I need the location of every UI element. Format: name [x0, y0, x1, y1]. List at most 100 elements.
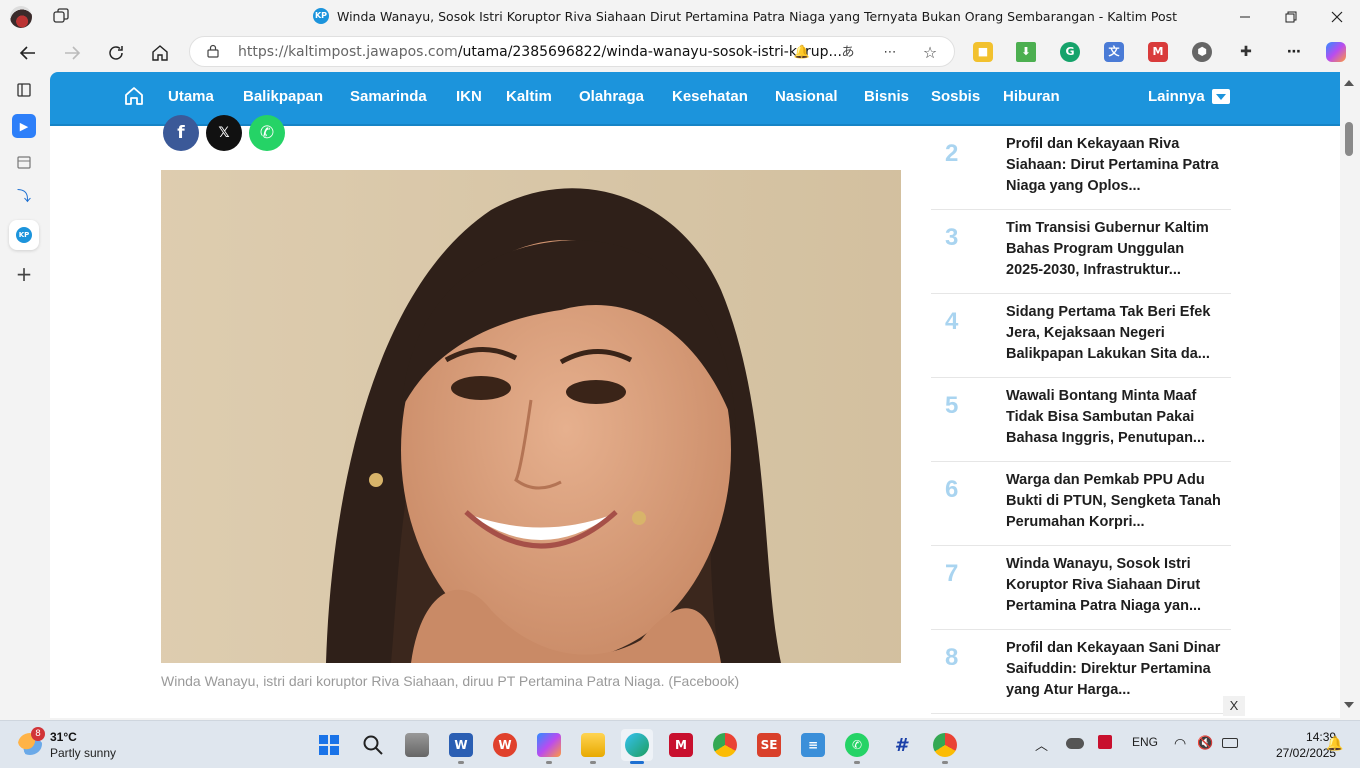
onedrive-cloud-icon[interactable]	[1066, 738, 1084, 749]
scroll-down-arrow-icon[interactable]	[1344, 702, 1354, 708]
taskbar-mendeley[interactable]: M	[665, 729, 697, 761]
taskbar-whatsapp[interactable]: ✆	[841, 729, 873, 764]
battery-icon[interactable]	[1222, 738, 1238, 748]
sidebar-media-icon[interactable]: ▶	[12, 114, 36, 138]
language-indicator[interactable]: ENG	[1132, 735, 1158, 749]
taskbar-word[interactable]: W	[445, 729, 477, 764]
popular-item[interactable]: 5 Wawali Bontang Minta Maaf Tidak Bisa Sa…	[931, 378, 1231, 462]
popular-title[interactable]: Sidang Pertama Tak Beri Efek Jera, Kejak…	[1006, 302, 1221, 365]
popular-item[interactable]: 8 Profil dan Kekayaan Sani Dinar Saifuddi…	[931, 630, 1231, 714]
nav-item-bisnis[interactable]: Bisnis	[864, 88, 909, 105]
sidebar-kaltimpost-app[interactable]: KP	[9, 220, 39, 250]
start-button[interactable]	[313, 729, 345, 761]
taskbar-notepad[interactable]: ≡	[797, 729, 829, 761]
popular-title[interactable]: Tim Transisi Gubernur Kaltim Bahas Progr…	[1006, 218, 1221, 281]
lock-icon[interactable]	[206, 44, 220, 58]
page-scrollbar[interactable]	[1340, 72, 1360, 718]
show-hidden-icons-chevron-up-icon[interactable]: ︿	[1035, 735, 1048, 754]
nav-item-nasional[interactable]: Nasional	[775, 88, 838, 105]
url-path: /utama/2385696822/winda-wanayu-sosok-ist…	[457, 44, 842, 60]
edge-icon	[625, 733, 649, 757]
nav-item-balikpapan[interactable]: Balikpapan	[243, 88, 323, 105]
taskbar-wps[interactable]: W	[489, 729, 521, 761]
popular-item[interactable]: 3 Tim Transisi Gubernur Kaltim Bahas Prog…	[931, 210, 1231, 294]
nav-item-utama[interactable]: Utama	[168, 88, 214, 105]
refresh-button[interactable]	[102, 39, 130, 67]
popular-title[interactable]: Wawali Bontang Minta Maaf Tidak Bisa Sam…	[1006, 386, 1221, 449]
restore-button[interactable]	[1268, 0, 1314, 33]
taskbar-hash-app[interactable]: #	[885, 729, 917, 761]
task-view-button[interactable]	[401, 729, 433, 761]
sidebar-add-icon[interactable]: +	[12, 262, 36, 286]
nav-item-hiburan[interactable]: Hiburan	[1003, 88, 1060, 105]
popular-title[interactable]: Warga dan Pemkab PPU Adu Bukti di PTUN, …	[1006, 470, 1221, 533]
popular-item[interactable]: 6 Warga dan Pemkab PPU Adu Bukti di PTUN,…	[931, 462, 1231, 546]
grammarly-icon[interactable]: G	[1060, 42, 1080, 62]
forward-button[interactable]	[58, 39, 86, 67]
url-text[interactable]: https://kaltimpost.jawapos.com/utama/238…	[238, 44, 842, 60]
sidebar-loading-icon[interactable]: ⤵	[12, 184, 36, 208]
more-page-options-icon[interactable]: ⋯	[880, 43, 900, 63]
ad-close-button[interactable]: X	[1223, 696, 1245, 716]
taskbar-se-app[interactable]: SE	[753, 729, 785, 761]
running-indicator	[942, 761, 948, 764]
running-indicator	[546, 761, 552, 764]
extension-mendeley-icon[interactable]: M	[1148, 42, 1168, 62]
close-window-button[interactable]	[1314, 0, 1360, 33]
nav-item-kesehatan[interactable]: Kesehatan	[672, 88, 748, 105]
taskbar-search[interactable]	[357, 729, 389, 761]
address-bar[interactable]: https://kaltimpost.jawapos.com/utama/238…	[189, 36, 955, 67]
popular-title[interactable]: Profil dan Kekayaan Riva Siahaan: Dirut …	[1006, 134, 1221, 197]
article-photo	[161, 170, 901, 663]
chevron-down-icon[interactable]	[1212, 89, 1230, 104]
sidebar-history-icon[interactable]	[12, 150, 36, 174]
nav-item-samarinda[interactable]: Samarinda	[350, 88, 427, 105]
taskbar-file-explorer[interactable]	[577, 729, 609, 764]
nav-more-menu[interactable]: Lainnya	[1148, 88, 1205, 105]
share-x-button[interactable]: 𝕏	[206, 115, 242, 151]
copilot-icon[interactable]	[1326, 42, 1346, 62]
popular-item[interactable]: 2 Profil dan Kekayaan Riva Siahaan: Dirut…	[931, 126, 1231, 210]
volume-muted-icon[interactable]: 🔇	[1197, 735, 1213, 751]
notepad-icon: ≡	[801, 733, 825, 757]
weather-widget[interactable]: 8 31°C Partly sunny	[18, 727, 128, 761]
arrow-left-icon	[19, 46, 35, 60]
taskbar-copilot[interactable]	[533, 729, 565, 764]
wifi-icon[interactable]: ◠	[1174, 735, 1186, 752]
tray-app-icon[interactable]	[1098, 735, 1112, 749]
close-icon	[1331, 11, 1343, 22]
notification-bell-tray-icon[interactable]: 🔔	[1326, 735, 1343, 752]
share-whatsapp-button[interactable]: ✆	[249, 115, 285, 151]
taskbar-chrome[interactable]	[709, 729, 741, 761]
extensions-puzzle-icon[interactable]: ✚	[1236, 42, 1256, 62]
translate-icon[interactable]: あ	[838, 43, 858, 63]
extension-settings-icon[interactable]: ⬢	[1192, 42, 1212, 62]
favorite-star-icon[interactable]: ☆	[920, 43, 940, 63]
nav-item-sosbis[interactable]: Sosbis	[931, 88, 980, 105]
profile-avatar[interactable]	[10, 6, 32, 28]
popular-title[interactable]: Profil dan Kekayaan Sani Dinar Saifuddin…	[1006, 638, 1221, 701]
share-facebook-button[interactable]: f	[163, 115, 199, 151]
settings-more-icon[interactable]: ⋯	[1284, 42, 1304, 62]
minimize-button[interactable]	[1222, 0, 1268, 33]
popular-item[interactable]: 7 Winda Wanayu, Sosok Istri Koruptor Riva…	[931, 546, 1231, 630]
scroll-up-arrow-icon[interactable]	[1344, 80, 1354, 86]
extension-download-icon[interactable]: ⬇	[1016, 42, 1036, 62]
tab-actions-icon[interactable]	[53, 8, 69, 24]
nav-home-icon[interactable]	[124, 86, 144, 106]
notification-bell-icon[interactable]: 🔔	[792, 43, 812, 63]
sidebar-collections-icon[interactable]	[12, 78, 36, 102]
scrollbar-thumb[interactable]	[1345, 122, 1353, 156]
nav-item-ikn[interactable]: IKN	[456, 88, 482, 105]
taskbar-edge[interactable]	[621, 729, 653, 764]
popular-rank: 2	[945, 140, 959, 167]
back-button[interactable]	[14, 39, 42, 67]
taskbar-chrome-profile[interactable]	[929, 729, 961, 764]
popular-title[interactable]: Winda Wanayu, Sosok Istri Koruptor Riva …	[1006, 554, 1221, 617]
nav-item-kaltim[interactable]: Kaltim	[506, 88, 552, 105]
home-button[interactable]	[146, 39, 174, 67]
extension-translate-icon[interactable]: 文	[1104, 42, 1124, 62]
extension-yellow-icon[interactable]: ■	[973, 42, 993, 62]
nav-item-olahraga[interactable]: Olahraga	[579, 88, 644, 105]
popular-item[interactable]: 4 Sidang Pertama Tak Beri Efek Jera, Keja…	[931, 294, 1231, 378]
